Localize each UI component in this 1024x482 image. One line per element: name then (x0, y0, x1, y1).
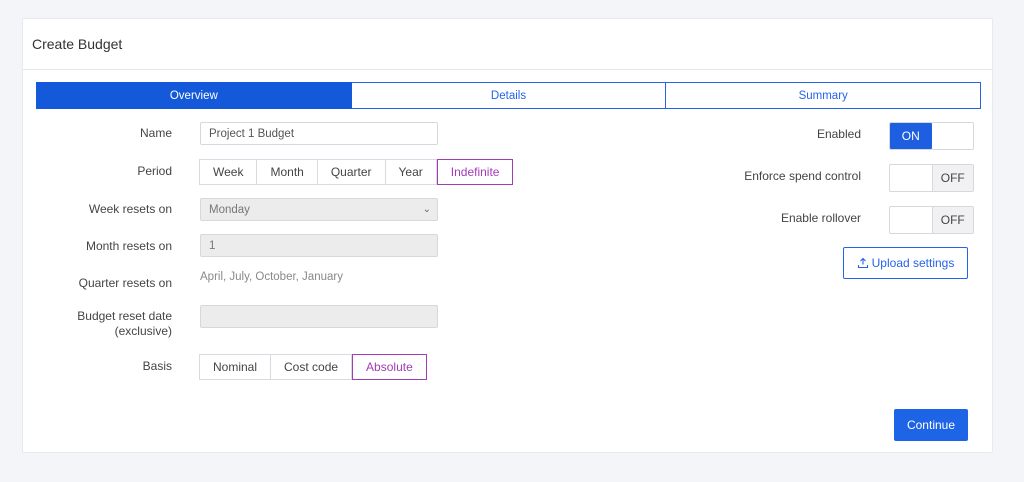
budget-reset-date-label-line2: (exclusive) (114, 324, 172, 338)
month-resets-input[interactable]: 1 (200, 234, 438, 257)
budget-reset-date-label-line1: Budget reset date (77, 309, 172, 323)
name-label: Name (139, 126, 172, 140)
tab-overview[interactable]: Overview (36, 82, 352, 109)
period-indefinite-button[interactable]: Indefinite (436, 159, 514, 185)
week-resets-select[interactable]: Monday ⌄ (200, 198, 438, 221)
upload-settings-label: Upload settings (871, 256, 955, 270)
enable-rollover-toggle-state: OFF (931, 207, 973, 233)
enable-rollover-label: Enable rollover (780, 211, 861, 225)
period-quarter-button[interactable]: Quarter (317, 159, 386, 185)
quarter-resets-label: Quarter resets on (78, 276, 172, 290)
enforce-spend-toggle[interactable]: OFF (889, 164, 974, 192)
enforce-spend-toggle-state: OFF (931, 165, 973, 191)
tab-bar: Overview Details Summary (36, 82, 982, 109)
toggle-blank (890, 207, 932, 233)
enforce-spend-label: Enforce spend control (744, 169, 861, 183)
upload-icon (857, 257, 868, 269)
upload-settings-button[interactable]: Upload settings (843, 247, 968, 279)
period-week-button[interactable]: Week (199, 159, 258, 185)
budget-reset-date-label: Budget reset date (exclusive) (77, 309, 172, 339)
period-label: Period (137, 164, 172, 178)
tab-details[interactable]: Details (351, 82, 667, 109)
enabled-label: Enabled (816, 127, 861, 141)
basis-label: Basis (142, 359, 172, 373)
week-resets-label: Week resets on (88, 202, 172, 216)
chevron-down-icon: ⌄ (422, 204, 431, 215)
basis-absolute-button[interactable]: Absolute (352, 354, 427, 380)
page-title: Create Budget (32, 36, 123, 52)
basis-selector: Nominal Cost code Absolute (199, 354, 427, 380)
period-selector: Week Month Quarter Year Indefinite (199, 159, 514, 185)
card-header: Create Budget (23, 19, 992, 70)
basis-nominal-button[interactable]: Nominal (199, 354, 272, 380)
create-budget-card: Create Budget Overview Details Summary N… (22, 18, 993, 453)
budget-reset-date-input[interactable] (200, 305, 438, 328)
name-input[interactable]: Project 1 Budget (200, 122, 438, 145)
month-resets-label: Month resets on (85, 239, 172, 253)
week-resets-value: Monday (209, 203, 250, 216)
basis-cost-code-button[interactable]: Cost code (271, 354, 353, 380)
period-year-button[interactable]: Year (385, 159, 437, 185)
period-month-button[interactable]: Month (257, 159, 318, 185)
toggle-blank (890, 165, 932, 191)
continue-button[interactable]: Continue (894, 409, 968, 441)
toggle-blank (932, 123, 974, 149)
quarter-resets-value: April, July, October, January (200, 271, 343, 283)
tab-summary[interactable]: Summary (666, 82, 982, 109)
enable-rollover-toggle[interactable]: OFF (889, 206, 974, 234)
enabled-toggle-state: ON (890, 123, 932, 149)
enabled-toggle[interactable]: ON (889, 122, 974, 150)
